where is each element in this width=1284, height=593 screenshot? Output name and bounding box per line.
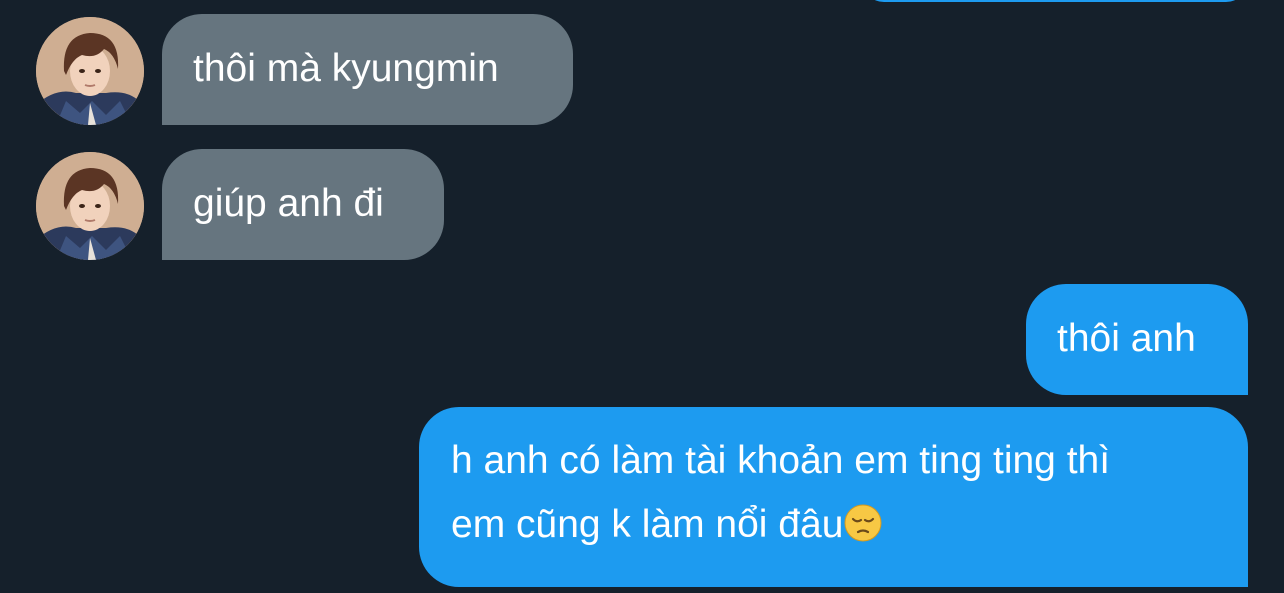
- message-bubble-incoming[interactable]: giúp anh đi: [162, 149, 444, 260]
- avatar-photo-icon: [36, 17, 144, 125]
- message-bubble-incoming[interactable]: thôi mà kyungmin: [162, 14, 573, 125]
- message-bubble-outgoing[interactable]: thôi anh: [1026, 284, 1248, 395]
- message-bubble-outgoing[interactable]: h anh có làm tài khoản em ting ting thì …: [419, 407, 1248, 587]
- sender-avatar[interactable]: [36, 17, 144, 125]
- previous-message-bubble-edge[interactable]: [862, 0, 1248, 2]
- chat-thread: thôi mà kyungmin giúp anh đi thôi anh h …: [0, 0, 1284, 593]
- message-text: thôi anh: [1057, 317, 1196, 360]
- message-text-line: h anh có làm tài khoản em ting ting thì: [451, 439, 1111, 482]
- avatar-photo-icon: [36, 152, 144, 260]
- sender-avatar[interactable]: [36, 152, 144, 260]
- pensive-face-icon: [844, 504, 882, 542]
- message-text: thôi mà kyungmin: [193, 47, 499, 90]
- message-text: giúp anh đi: [193, 182, 384, 225]
- message-text-line: em cũng k làm nổi đâu: [451, 493, 1248, 557]
